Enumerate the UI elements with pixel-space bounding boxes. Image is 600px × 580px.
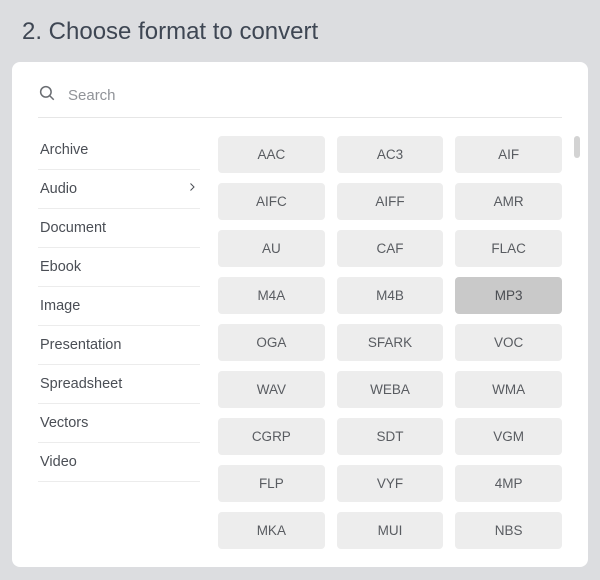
format-button[interactable]: WAV bbox=[218, 371, 325, 408]
category-label: Presentation bbox=[40, 337, 121, 353]
format-grid: AAC AC3 AIF AIFC AIFF AMR AU CAF FLAC M4A M4B MP3 OG… bbox=[218, 136, 562, 549]
format-button[interactable]: MP3 bbox=[455, 277, 562, 314]
scrollbar-thumb[interactable] bbox=[574, 136, 580, 158]
format-button[interactable]: VGM bbox=[455, 418, 562, 455]
category-item[interactable]: Presentation bbox=[38, 326, 200, 365]
format-button[interactable]: CAF bbox=[337, 230, 444, 267]
format-button[interactable]: FLAC bbox=[455, 230, 562, 267]
search-input[interactable] bbox=[68, 87, 562, 104]
format-button[interactable]: AAC bbox=[218, 136, 325, 173]
format-button[interactable]: AC3 bbox=[337, 136, 444, 173]
format-button[interactable]: WMA bbox=[455, 371, 562, 408]
format-button[interactable]: NBS bbox=[455, 512, 562, 549]
category-label: Document bbox=[40, 220, 106, 236]
category-list: Archive Audio Document Ebook Image Presentati… bbox=[38, 136, 200, 549]
category-label: Vectors bbox=[40, 415, 88, 431]
page-title: 2. Choose format to convert bbox=[22, 18, 578, 46]
search-icon bbox=[38, 84, 56, 107]
content-area: Archive Audio Document Ebook Image Presentati… bbox=[38, 136, 562, 549]
category-item[interactable]: Archive bbox=[38, 136, 200, 170]
category-item[interactable]: Audio bbox=[38, 170, 200, 209]
format-button[interactable]: WEBA bbox=[337, 371, 444, 408]
format-button[interactable]: AIF bbox=[455, 136, 562, 173]
category-item[interactable]: Ebook bbox=[38, 248, 200, 287]
format-button[interactable]: SFARK bbox=[337, 324, 444, 361]
search-row bbox=[38, 84, 562, 118]
page-header: 2. Choose format to convert bbox=[0, 0, 600, 62]
format-button[interactable]: AIFC bbox=[218, 183, 325, 220]
category-item[interactable]: Spreadsheet bbox=[38, 365, 200, 404]
format-button[interactable]: AIFF bbox=[337, 183, 444, 220]
category-label: Ebook bbox=[40, 259, 81, 275]
format-button[interactable]: CGRP bbox=[218, 418, 325, 455]
format-button[interactable]: FLP bbox=[218, 465, 325, 502]
category-label: Audio bbox=[40, 181, 77, 197]
category-label: Video bbox=[40, 454, 77, 470]
category-label: Archive bbox=[40, 142, 88, 158]
chevron-right-icon bbox=[186, 181, 198, 197]
format-button[interactable]: AMR bbox=[455, 183, 562, 220]
category-item[interactable]: Vectors bbox=[38, 404, 200, 443]
format-button[interactable]: MKA bbox=[218, 512, 325, 549]
format-button[interactable]: MUI bbox=[337, 512, 444, 549]
category-label: Image bbox=[40, 298, 80, 314]
category-item[interactable]: Document bbox=[38, 209, 200, 248]
format-button[interactable]: VYF bbox=[337, 465, 444, 502]
format-button[interactable]: M4B bbox=[337, 277, 444, 314]
format-button[interactable]: 4MP bbox=[455, 465, 562, 502]
format-button[interactable]: AU bbox=[218, 230, 325, 267]
format-button[interactable]: VOC bbox=[455, 324, 562, 361]
category-item[interactable]: Video bbox=[38, 443, 200, 482]
format-button[interactable]: OGA bbox=[218, 324, 325, 361]
format-button[interactable]: M4A bbox=[218, 277, 325, 314]
category-item[interactable]: Image bbox=[38, 287, 200, 326]
category-label: Spreadsheet bbox=[40, 376, 122, 392]
format-chooser-card: Archive Audio Document Ebook Image Presentati… bbox=[12, 62, 588, 567]
format-button[interactable]: SDT bbox=[337, 418, 444, 455]
